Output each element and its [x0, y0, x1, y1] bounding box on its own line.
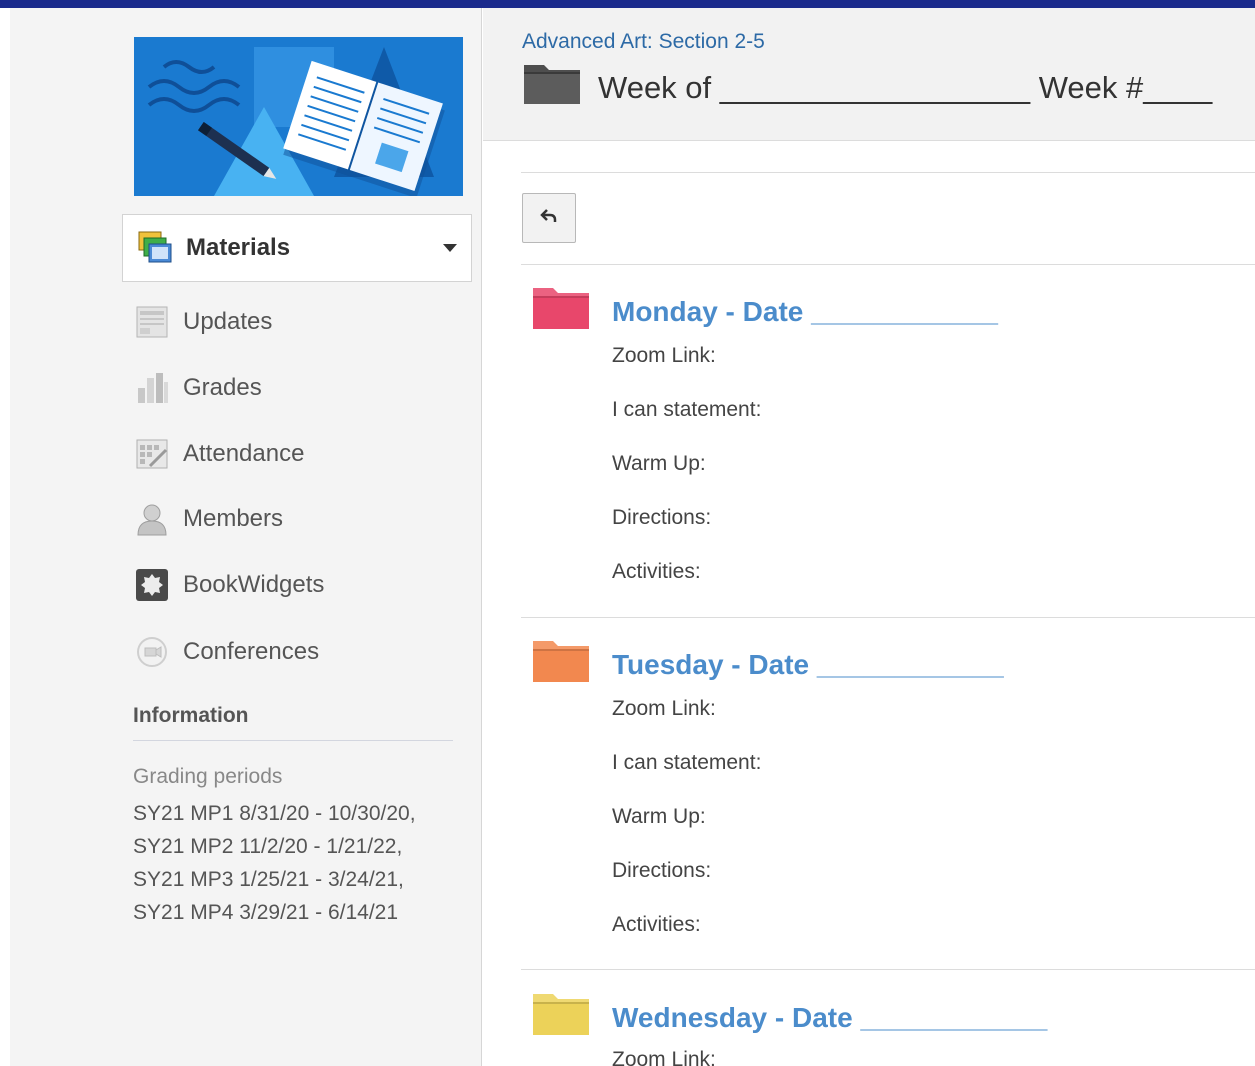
sidebar-item-label: Conferences	[183, 638, 320, 665]
activities-label: Activities:	[612, 560, 701, 583]
back-button[interactable]	[522, 193, 576, 243]
divider	[521, 172, 1255, 173]
breadcrumb[interactable]: Advanced Art: Section 2-5	[522, 30, 765, 54]
sidebar-item-updates[interactable]: Updates	[133, 300, 463, 344]
folder-title-link[interactable]: Monday - Date ____________	[612, 296, 998, 328]
grading-periods-text: SY21 MP1 8/31/20 - 10/30/20, SY21 MP2 11…	[133, 802, 416, 924]
sidebar-item-label: Members	[183, 505, 284, 532]
chevron-down-icon[interactable]	[443, 244, 457, 252]
folder-icon[interactable]	[532, 286, 590, 335]
sidebar-item-materials[interactable]: Materials	[122, 214, 472, 282]
warm-up-label: Warm Up:	[612, 452, 706, 475]
folder-item-wednesday: Wednesday - Date ____________ Zoom Link:	[521, 992, 1255, 1066]
grades-icon	[133, 369, 171, 407]
updates-icon	[133, 303, 171, 341]
folder-title-link[interactable]: Tuesday - Date ____________	[612, 649, 1004, 681]
divider	[521, 264, 1255, 265]
sidebar-item-label: Updates	[183, 308, 273, 335]
top-accent-bar	[0, 0, 1255, 8]
sidebar-item-label: Grades	[183, 374, 262, 401]
page-title: Week of __________________ Week #____	[598, 70, 1213, 105]
materials-icon	[136, 229, 174, 267]
divider	[521, 969, 1255, 970]
undo-arrow-icon	[540, 208, 558, 229]
sidebar-item-materials-label: Materials	[186, 234, 291, 261]
conferences-icon	[133, 633, 171, 671]
divider	[133, 740, 453, 741]
sidebar-item-bookwidgets[interactable]: BookWidgets	[133, 563, 463, 607]
folder-icon	[523, 61, 581, 110]
bookwidgets-icon	[133, 566, 171, 604]
grading-periods-label: Grading periods	[133, 765, 283, 788]
directions-label: Directions:	[612, 506, 712, 529]
folder-icon[interactable]	[532, 639, 590, 688]
warm-up-label: Warm Up:	[612, 805, 706, 828]
attendance-icon	[133, 435, 171, 473]
folder-icon[interactable]	[532, 992, 590, 1041]
zoom-link-label: Zoom Link:	[612, 344, 716, 367]
sidebar-item-conferences[interactable]: Conferences	[133, 630, 463, 674]
directions-label: Directions:	[612, 859, 712, 882]
divider	[521, 617, 1255, 618]
zoom-link-label: Zoom Link:	[612, 697, 716, 720]
sidebar-item-attendance[interactable]: Attendance	[133, 432, 463, 476]
course-banner-image	[134, 37, 463, 196]
sidebar-item-members[interactable]: Members	[133, 497, 463, 541]
sidebar-item-label: BookWidgets	[183, 571, 325, 598]
folder-title-link[interactable]: Wednesday - Date ____________	[612, 1002, 1047, 1034]
information-heading: Information	[133, 704, 249, 727]
members-icon	[133, 500, 171, 538]
activities-label: Activities:	[612, 913, 701, 936]
sidebar-item-grades[interactable]: Grades	[133, 366, 463, 410]
sidebar-item-label: Attendance	[183, 440, 305, 467]
i-can-statement-label: I can statement:	[612, 398, 762, 421]
i-can-statement-label: I can statement:	[612, 751, 762, 774]
zoom-link-label: Zoom Link:	[612, 1048, 716, 1066]
